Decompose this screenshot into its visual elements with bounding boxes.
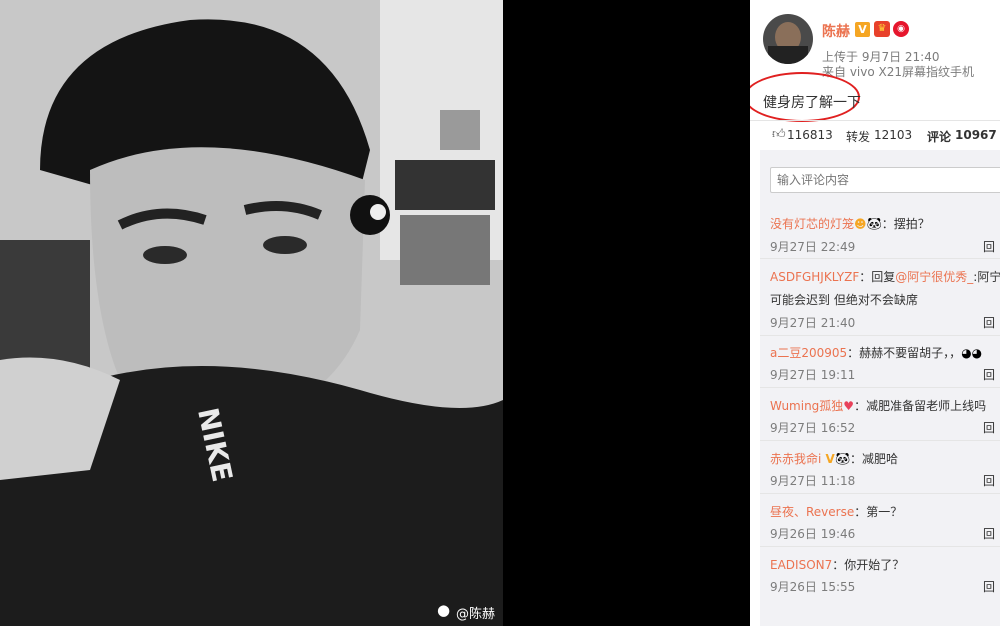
comment-date: 9月26日 19:46 <box>770 527 856 541</box>
reply-button[interactable]: 回 <box>983 578 995 595</box>
verified-v-icon: V <box>855 22 870 37</box>
reply-button[interactable]: 回 <box>983 238 995 255</box>
panda-emoji-icon: 🐼︎ <box>834 452 851 466</box>
comment-user[interactable]: 赤赤我命i <box>770 452 821 466</box>
comment-date: 9月26日 15:55 <box>770 580 856 594</box>
reply-button[interactable]: 回 <box>983 472 995 489</box>
comment-text: ：减肥准备留老师上线吗 <box>854 399 987 413</box>
reply-button[interactable]: 回 <box>983 314 995 331</box>
comment-text-line2: 可能会迟到 但绝对不会缺席 <box>770 293 918 307</box>
comment-date: 9月27日 16:52 <box>770 421 856 435</box>
stats-divider <box>750 120 1000 121</box>
comment-user[interactable]: EADISON7 <box>770 558 832 572</box>
comment-user[interactable]: 没有灯芯的灯笼 <box>770 217 854 231</box>
comment-text: ：赫赫不要留胡子，， <box>847 346 962 360</box>
comment-divider <box>760 440 1000 441</box>
comment-divider <box>760 493 1000 494</box>
repost-count[interactable]: 12103 <box>874 128 912 142</box>
comment-text: ：回复 <box>859 270 896 284</box>
comment-text: ：摆拍？ <box>881 217 930 231</box>
comment-input[interactable] <box>770 167 1000 193</box>
reply-button[interactable]: 回 <box>983 419 995 436</box>
watermark-weibo-icon: ● <box>437 601 451 619</box>
comment-divider <box>760 387 1000 388</box>
like-thumb-icon[interactable]: 👍︎ <box>772 127 786 142</box>
reply-button[interactable]: 回 <box>983 366 995 383</box>
photo-illustration: NIKE <box>0 0 503 626</box>
comment-user[interactable]: Wuming孤独 <box>770 399 843 413</box>
comment-date: 9月27日 22:49 <box>770 240 856 254</box>
comment-text: ：你开始了？ <box>832 558 905 572</box>
comment-date: 9月27日 19:11 <box>770 368 856 382</box>
vip-crown-icon: ♛ <box>874 21 890 37</box>
post-source[interactable]: 来自 vivo X21屏幕指纹手机 <box>822 63 974 80</box>
post-text: 健身房了解一下 <box>763 95 861 111</box>
comment-user[interactable]: ASDFGHJKLYZF <box>770 270 859 284</box>
comment-divider <box>760 546 1000 547</box>
emoji-icon: ☻ <box>854 217 867 231</box>
reply-button[interactable]: 回 <box>983 525 995 542</box>
comment-date: 9月27日 11:18 <box>770 474 856 488</box>
mickey-emoji-icon: ◕◕ <box>961 346 983 360</box>
avatar[interactable] <box>763 14 813 64</box>
weibo-logo-icon: ◉ <box>893 21 909 37</box>
author-name[interactable]: 陈赫 <box>822 21 850 41</box>
weibo-post-panel: 陈赫 V ♛ ◉ 上传于 9月7日 21:40 来自 vivo X21屏幕指纹手… <box>750 0 1000 626</box>
like-count[interactable]: 116813 <box>787 128 833 142</box>
photo-watermark: @陈赫 <box>456 607 496 622</box>
comment-text: ：减肥哈 <box>850 452 899 466</box>
comment-tab-count[interactable]: 10967 <box>955 128 997 142</box>
comment-divider <box>760 335 1000 336</box>
comment-text: ：第一？ <box>854 505 903 519</box>
comment-user[interactable]: 昼夜、Reverse <box>770 505 854 519</box>
comment-text-suffix: :阿宁 <box>973 270 1000 284</box>
panda-emoji-icon: 🐼︎ <box>866 217 882 231</box>
post-photo[interactable]: NIKE ● @陈赫 <box>0 0 503 626</box>
comment-tab-label[interactable]: 评论 <box>927 128 951 145</box>
heart-icon: ♥ <box>843 399 855 413</box>
repost-label[interactable]: 转发 <box>846 128 870 145</box>
comment-divider <box>760 258 1000 259</box>
comment-date: 9月27日 21:40 <box>770 316 856 330</box>
comment-user[interactable]: a二豆200905 <box>770 346 847 360</box>
comment-mention[interactable]: @阿宁很优秀_ <box>895 270 973 284</box>
vip-v-icon: V <box>821 452 835 466</box>
